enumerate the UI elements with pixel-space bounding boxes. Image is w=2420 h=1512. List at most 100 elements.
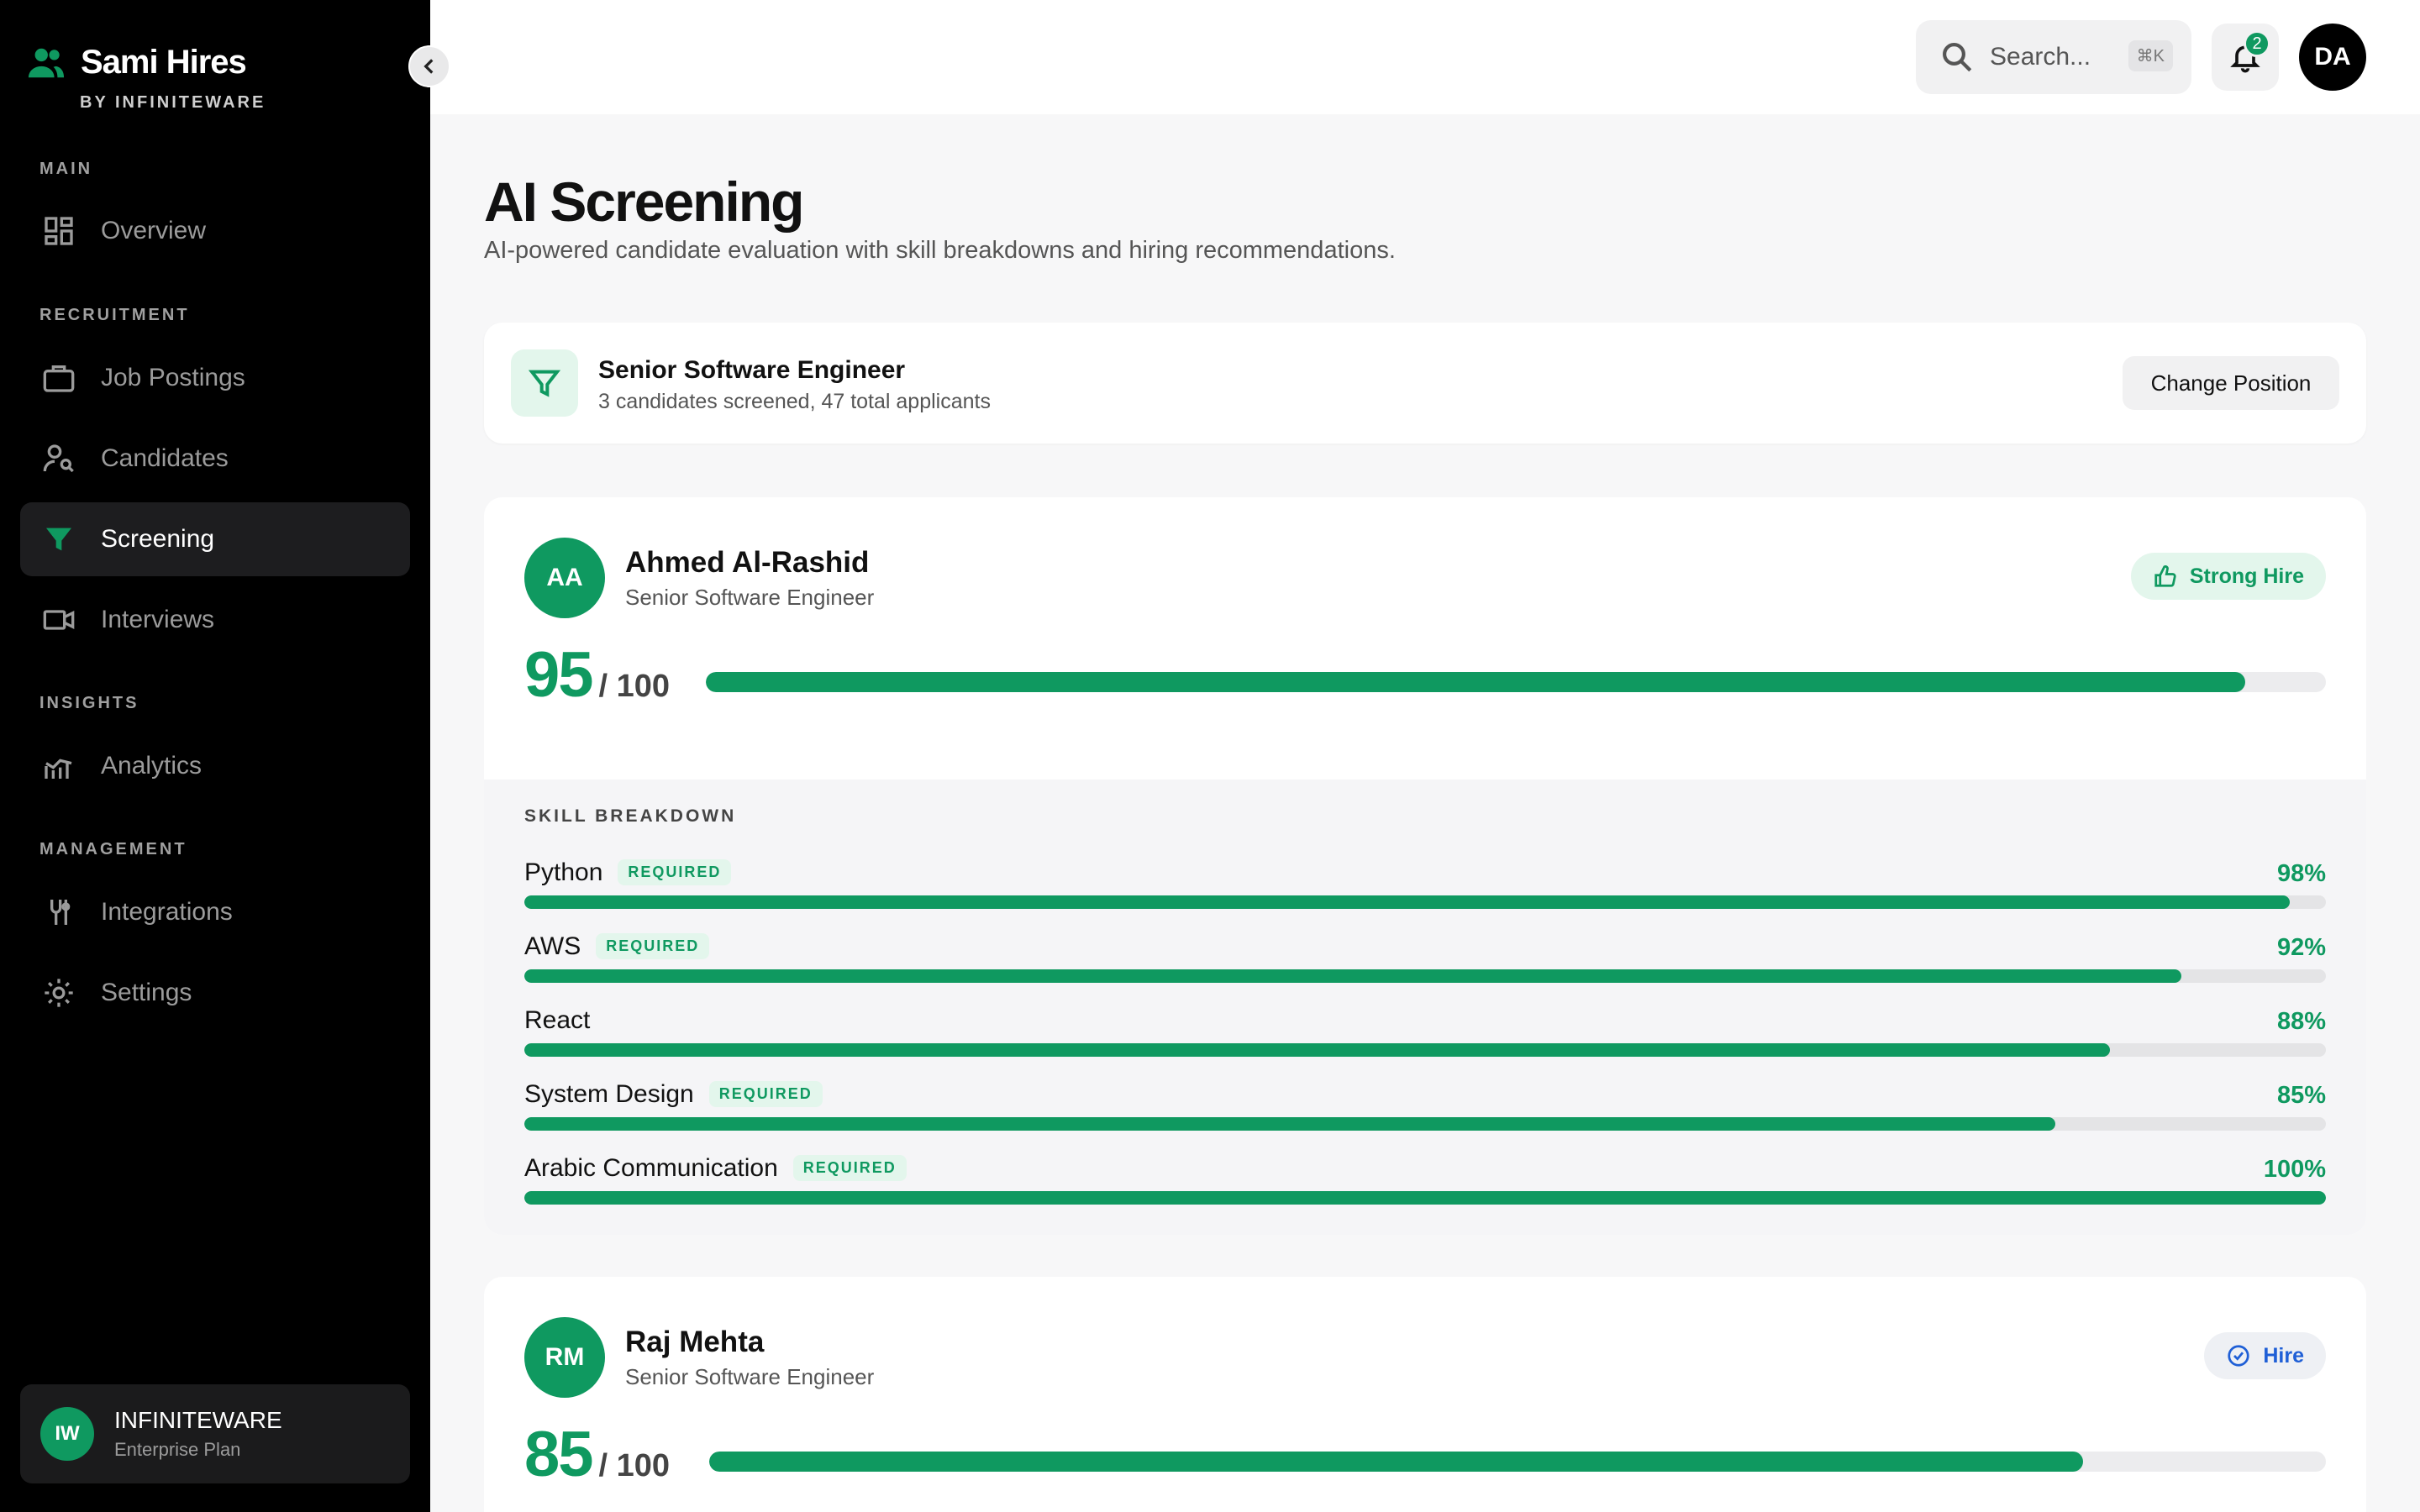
- score: 95/ 100: [524, 638, 670, 711]
- dashboard-icon: [45, 217, 73, 245]
- section-label-main: MAIN: [39, 160, 93, 178]
- position-icon: [511, 349, 578, 417]
- candidate-name[interactable]: Raj Mehta: [625, 1326, 764, 1359]
- position-card: Senior Software Engineer 3 candidates sc…: [484, 323, 2366, 444]
- page-title: AI Screening: [484, 171, 804, 233]
- skill-percent: 92%: [2276, 934, 2326, 961]
- score-denominator: / 100: [598, 669, 671, 704]
- recommendation-label: Strong Hire: [2189, 564, 2304, 588]
- user-avatar[interactable]: DA: [2299, 24, 2366, 91]
- skill-name-text: Arabic Communication: [524, 1154, 778, 1182]
- skill-name-text: Python: [524, 858, 603, 886]
- search-shortcut: ⌘K: [2128, 40, 2173, 71]
- skill-name: AWS REQUIRED: [524, 932, 710, 961]
- skill-name-text: AWS: [524, 932, 581, 960]
- sidebar-item-label: Candidates: [101, 444, 229, 472]
- section-label-management: MANAGEMENT: [39, 840, 187, 858]
- sidebar-collapse-button[interactable]: [408, 45, 450, 87]
- users-icon: [28, 48, 65, 77]
- brand[interactable]: Sami Hires: [27, 44, 247, 81]
- check-circle-icon: [2228, 1345, 2249, 1367]
- skill-name: Python REQUIRED: [524, 858, 732, 887]
- skill-bar-fill: [524, 1117, 2056, 1131]
- sidebar-item-overview[interactable]: Overview: [20, 194, 410, 268]
- candidate-avatar: AA: [524, 538, 605, 618]
- top-header: Search... ⌘K 2 DA: [430, 0, 2420, 114]
- skill-bar: [524, 1191, 2326, 1205]
- skill-row: Arabic Communication REQUIRED 100%: [524, 1154, 2326, 1208]
- search-placeholder: Search...: [1990, 43, 2091, 71]
- required-tag: REQUIRED: [596, 933, 710, 959]
- sidebar-item-screening[interactable]: Screening: [20, 502, 410, 576]
- video-icon: [43, 610, 75, 630]
- skill-bar-fill: [524, 969, 2182, 983]
- page-subtitle: AI-powered candidate evaluation with ski…: [484, 237, 1396, 264]
- briefcase-icon: [43, 365, 75, 392]
- skill-percent: 88%: [2276, 1008, 2326, 1035]
- skill-bar: [524, 969, 2326, 983]
- filter-icon: [528, 370, 561, 397]
- chevron-left-icon: [424, 59, 434, 74]
- change-position-button[interactable]: Change Position: [2123, 356, 2339, 410]
- score-value: 95: [524, 639, 594, 711]
- sidebar-item-label: Screening: [101, 525, 215, 553]
- org-avatar: IW: [40, 1407, 94, 1461]
- section-label-insights: INSIGHTS: [39, 694, 139, 712]
- search-input[interactable]: Search... ⌘K: [1916, 20, 2191, 94]
- skill-row: React 88%: [524, 1006, 2326, 1060]
- integrations-icon: [50, 900, 71, 925]
- org-name: INFINITEWARE: [114, 1407, 282, 1433]
- sidebar-item-label: Interviews: [101, 606, 215, 633]
- sidebar-item-candidates[interactable]: Candidates: [20, 422, 410, 496]
- score-denominator: / 100: [598, 1448, 671, 1483]
- skill-bar: [524, 1117, 2326, 1131]
- search-icon: [1943, 43, 1972, 72]
- notifications-button[interactable]: 2: [2212, 24, 2279, 91]
- skill-row: System Design REQUIRED 85%: [524, 1080, 2326, 1134]
- score-value: 85: [524, 1419, 594, 1490]
- skill-name-text: React: [524, 1006, 591, 1034]
- score-bar: [706, 672, 2326, 692]
- filter-icon: [46, 528, 71, 551]
- brand-subtitle: BY INFINITEWARE: [80, 93, 266, 112]
- required-tag: REQUIRED: [792, 1155, 907, 1181]
- sidebar-item-settings[interactable]: Settings: [20, 956, 410, 1030]
- skill-name-text: System Design: [524, 1080, 694, 1108]
- notification-count-badge: 2: [2244, 30, 2270, 57]
- skill-name: React: [524, 1006, 590, 1035]
- analytics-icon: [45, 759, 72, 779]
- sidebar-item-interviews[interactable]: Interviews: [20, 583, 410, 657]
- candidate-role: Senior Software Engineer: [625, 585, 875, 610]
- sidebar-item-label: Settings: [101, 979, 192, 1006]
- score-bar-fill: [706, 672, 2245, 692]
- recommendation-badge: Hire: [2204, 1332, 2326, 1379]
- candidate-name[interactable]: Ahmed Al-Rashid: [625, 546, 869, 580]
- skill-name: System Design REQUIRED: [524, 1080, 823, 1109]
- skill-row: Python REQUIRED 98%: [524, 858, 2326, 912]
- required-tag: REQUIRED: [618, 859, 732, 885]
- org-plan: Enterprise Plan: [114, 1439, 241, 1460]
- skill-percent: 85%: [2276, 1082, 2326, 1109]
- skill-bar-fill: [524, 895, 2291, 909]
- position-summary: 3 candidates screened, 47 total applican…: [598, 390, 991, 413]
- skill-percent: 98%: [2276, 860, 2326, 887]
- candidate-avatar: RM: [524, 1317, 605, 1398]
- user-search-icon: [43, 444, 74, 473]
- thumbs-up-icon: [2154, 565, 2176, 587]
- candidate-card: AA Ahmed Al-Rashid Senior Software Engin…: [484, 497, 2366, 1235]
- score: 85/ 100: [524, 1418, 670, 1491]
- position-title: Senior Software Engineer: [598, 356, 906, 384]
- candidate-role: Senior Software Engineer: [625, 1364, 875, 1389]
- skill-row: AWS REQUIRED 92%: [524, 932, 2326, 986]
- sidebar-item-integrations[interactable]: Integrations: [20, 875, 410, 949]
- sidebar: Sami Hires BY INFINITEWARE MAIN Overview…: [0, 0, 430, 1512]
- skill-bar-fill: [524, 1191, 2326, 1205]
- sidebar-item-label: Job Postings: [101, 364, 245, 391]
- sidebar-item-job-postings[interactable]: Job Postings: [20, 341, 410, 415]
- brand-name: Sami Hires: [81, 44, 247, 81]
- recommendation-badge: Strong Hire: [2130, 553, 2326, 600]
- sidebar-item-analytics[interactable]: Analytics: [20, 729, 410, 803]
- org-switcher[interactable]: IW INFINITEWARE Enterprise Plan: [20, 1384, 410, 1483]
- skill-bar-fill: [524, 1043, 2110, 1057]
- score-bar-fill: [709, 1452, 2084, 1472]
